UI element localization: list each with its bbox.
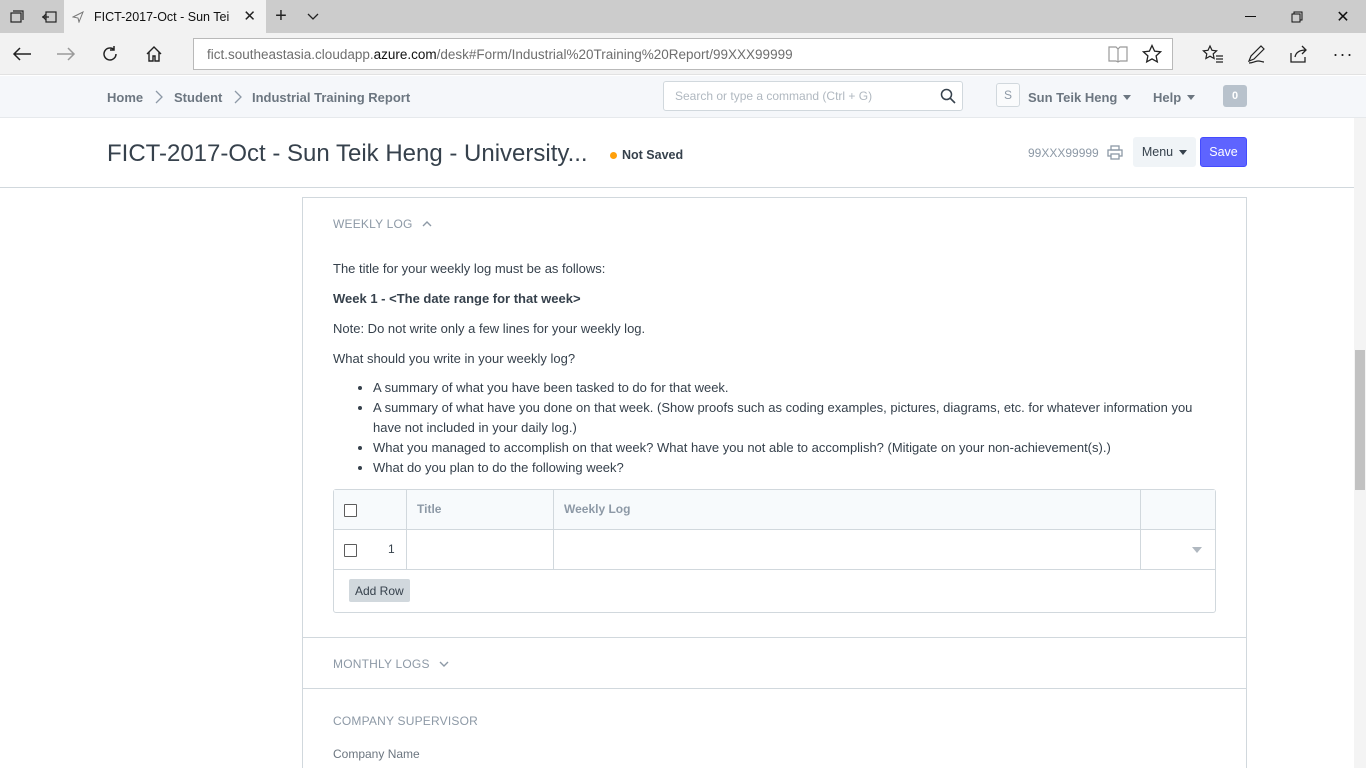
print-icon[interactable] (1107, 145, 1123, 161)
url-path: /desk#Form/Industrial%20Training%20Repor… (436, 46, 793, 62)
awesome-bar-search-input[interactable]: Search or type a command (Ctrl + G) (663, 81, 963, 111)
row-title-cell[interactable] (417, 542, 547, 558)
tab-close-icon[interactable]: ✕ (243, 7, 256, 25)
browser-tab-active[interactable]: FICT-2017-Oct - Sun Tei ✕ (64, 0, 266, 33)
company-supervisor-section-title: COMPANY SUPERVISOR (333, 714, 478, 728)
user-name: Sun Teik Heng (1028, 89, 1118, 105)
row-edit-caret-icon[interactable] (1192, 547, 1202, 553)
caret-down-icon (1179, 149, 1188, 155)
row-index: 1 (388, 542, 395, 556)
weekly-log-section-toggle[interactable]: WEEKLY LOG (333, 217, 433, 231)
user-menu-dropdown[interactable]: Sun Teik Heng (1028, 76, 1132, 118)
weekly-log-section-title: WEEKLY LOG (333, 217, 413, 231)
chevron-down-icon (439, 661, 449, 667)
status-text: Not Saved (622, 148, 684, 162)
page-title: FICT-2017-Oct - Sun Teik Heng - Universi… (107, 140, 588, 167)
url-prefix: fict.southeastasia.cloudapp. (207, 46, 374, 62)
weekly-log-format: Week 1 - <The date range for that week> (333, 291, 581, 306)
favorites-hub-icon[interactable] (1191, 33, 1235, 75)
more-options-icon[interactable]: ··· (1321, 33, 1365, 75)
refresh-icon[interactable] (88, 33, 132, 75)
list-item: A summary of what you have been tasked t… (373, 378, 1193, 398)
breadcrumb-separator-icon (155, 76, 163, 118)
home-icon[interactable] (132, 33, 176, 75)
menu-label: Menu (1141, 145, 1174, 159)
tab-title: FICT-2017-Oct - Sun Tei (94, 9, 230, 24)
weekly-log-note: Note: Do not write only a few lines for … (333, 321, 646, 336)
set-tabs-aside-icon[interactable] (34, 0, 64, 33)
address-bar[interactable]: fict.southeastasia.cloudapp. azure.com/de… (193, 38, 1173, 70)
status-dot-icon (610, 151, 617, 159)
status-indicator: Not Saved (610, 148, 683, 162)
scrollbar-thumb[interactable] (1355, 350, 1365, 490)
add-row-button[interactable]: Add Row (349, 579, 410, 602)
row-checkbox[interactable] (344, 544, 357, 557)
breadcrumb-home[interactable]: Home (107, 76, 143, 118)
window-close-icon[interactable]: ✕ (1320, 0, 1366, 33)
company-name-label: Company Name (333, 747, 420, 761)
select-all-checkbox[interactable] (344, 504, 357, 517)
monthly-logs-section-toggle[interactable]: MONTHLY LOGS (333, 657, 450, 671)
column-header-weekly-log: Weekly Log (564, 502, 631, 516)
section-divider (303, 688, 1246, 689)
list-item: A summary of what have you done on that … (373, 398, 1193, 438)
help-label: Help (1153, 89, 1182, 105)
table-header: Title Weekly Log (334, 490, 1215, 570)
restore-icon[interactable] (1274, 0, 1320, 33)
favorite-star-icon[interactable] (1141, 43, 1163, 67)
caret-down-icon (1123, 94, 1132, 100)
tab-manager-icon[interactable] (2, 0, 32, 33)
caret-down-icon (1187, 94, 1196, 100)
help-dropdown[interactable]: Help (1153, 76, 1196, 118)
browser-nav-bar: fict.southeastasia.cloudapp. azure.com/de… (0, 33, 1366, 75)
breadcrumb-student[interactable]: Student (174, 76, 222, 118)
monthly-logs-section-title: MONTHLY LOGS (333, 657, 430, 671)
new-tab-icon[interactable]: + (268, 0, 294, 33)
minimize-icon[interactable] (1228, 0, 1274, 33)
back-icon[interactable] (0, 33, 44, 75)
weekly-log-table: Title Weekly Log 1 Add Row (333, 489, 1216, 613)
page-favicon-icon (72, 10, 84, 23)
list-item: What do you plan to do the following wee… (373, 458, 1193, 478)
notes-pen-icon[interactable] (1234, 33, 1278, 75)
browser-tab-strip: FICT-2017-Oct - Sun Tei ✕ + ✕ (0, 0, 1366, 33)
breadcrumb-industrial-training-report[interactable]: Industrial Training Report (252, 76, 410, 118)
row-weekly-log-cell[interactable] (564, 542, 1124, 558)
page-head: FICT-2017-Oct - Sun Teik Heng - Universi… (0, 118, 1366, 188)
share-icon[interactable] (1277, 33, 1321, 75)
tab-preview-chevron-icon[interactable] (300, 0, 326, 33)
breadcrumb-separator-icon (234, 76, 242, 118)
notifications-badge[interactable]: 0 (1223, 85, 1247, 107)
table-row[interactable]: 1 (334, 530, 1215, 570)
menu-button[interactable]: Menu (1133, 137, 1196, 167)
search-placeholder: Search or type a command (Ctrl + G) (675, 89, 873, 103)
save-button[interactable]: Save (1200, 137, 1247, 167)
forward-icon[interactable] (44, 33, 88, 75)
user-avatar[interactable]: S (996, 83, 1020, 107)
section-divider (303, 637, 1246, 638)
weekly-log-intro: The title for your weekly log must be as… (333, 261, 606, 276)
weekly-log-question: What should you write in your weekly log… (333, 351, 576, 366)
document-id: 99XXX99999 (1028, 146, 1099, 160)
weekly-log-guidelines-list: A summary of what you have been tasked t… (333, 378, 1193, 478)
app-navbar: Home Student Industrial Training Report … (0, 76, 1366, 118)
form-body: WEEKLY LOG The title for your weekly log… (302, 197, 1247, 768)
search-icon[interactable] (940, 88, 956, 104)
chevron-up-icon (422, 221, 432, 227)
list-item: What you managed to accomplish on that w… (373, 438, 1193, 458)
column-header-title: Title (417, 502, 442, 516)
url-domain: azure.com (373, 46, 437, 62)
reading-view-icon[interactable] (1108, 45, 1128, 66)
